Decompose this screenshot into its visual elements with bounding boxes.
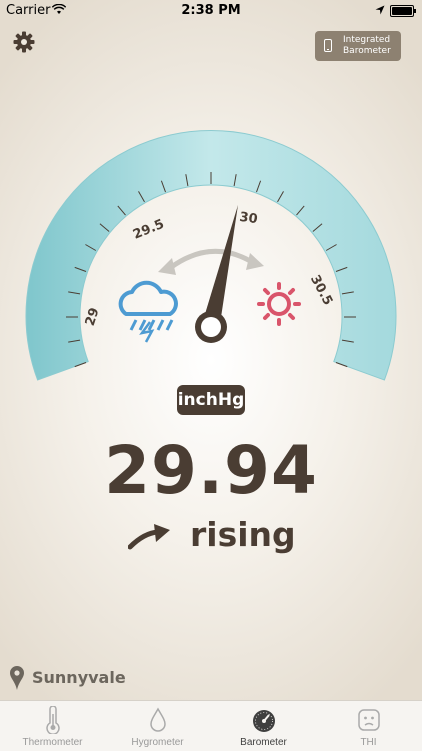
trend-up-arrow-icon [128, 524, 170, 550]
tick-label-29-5: 29.5 [131, 217, 166, 243]
tab-hygrometer[interactable]: Hygrometer [105, 701, 210, 751]
map-pin-icon [10, 666, 24, 690]
tick-label-30: 30 [238, 210, 258, 227]
gauge-icon [253, 710, 275, 732]
barometer-gauge: 29 29.5 30 30.5 [25, 130, 397, 381]
tab-bar: Thermometer Hygrometer Barometer THI [0, 700, 422, 751]
thermometer-icon [46, 706, 60, 734]
rain-cloud-icon [118, 280, 178, 343]
trend-label: rising [190, 515, 296, 554]
change-arrow [167, 248, 255, 271]
drop-icon [150, 707, 166, 732]
pressure-reading: 29.94 [104, 432, 318, 509]
trend-row: rising [0, 515, 422, 559]
unit-badge[interactable]: inchHg [177, 385, 245, 415]
gauge-needle [195, 205, 238, 343]
tab-barometer[interactable]: Barometer [211, 701, 316, 751]
tick-label-29: 29 [83, 306, 103, 328]
tab-label-barometer: Barometer [240, 737, 287, 748]
tick-label-30-5: 30.5 [307, 273, 335, 308]
location-name: Sunnyvale [32, 668, 126, 687]
tab-label-thermometer: Thermometer [22, 737, 83, 748]
sun-icon [257, 282, 301, 326]
tab-thermometer[interactable]: Thermometer [0, 701, 105, 751]
tab-label-hygrometer: Hygrometer [131, 737, 184, 748]
frown-face-icon [358, 709, 380, 731]
tab-thi[interactable]: THI [316, 701, 421, 751]
tab-label-thi: THI [360, 737, 377, 748]
